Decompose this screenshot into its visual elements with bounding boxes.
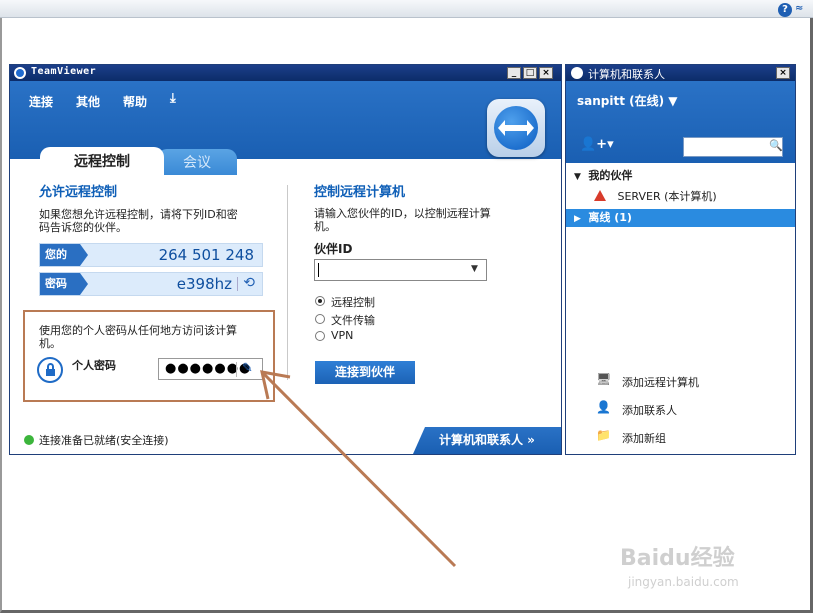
allow-desc-line1: 如果您想允许远程控制，请将下列ID和密 [39, 208, 238, 221]
radio-remote-control[interactable] [315, 296, 325, 306]
minimize-button[interactable]: _ [507, 67, 521, 79]
window-title: TeamViewer [31, 66, 97, 77]
search-icon: 🔍 [769, 139, 783, 152]
download-icon[interactable]: ⤓ [170, 91, 184, 107]
contact-server-label: SERVER (本计算机) [617, 190, 717, 203]
section-divider [287, 185, 288, 380]
tab-meeting[interactable]: 会议 [157, 149, 237, 175]
toolbar-extra-icon[interactable]: ≈ [795, 3, 807, 17]
allow-desc-line2: 码告诉您的伙伴。 [39, 221, 127, 234]
personal-desc-line2: 机。 [39, 337, 61, 350]
menu-other[interactable]: 其他 [76, 93, 100, 110]
group-my-partners[interactable]: ▼ 我的伙伴 [566, 167, 795, 185]
warning-icon [594, 190, 606, 201]
maximize-button[interactable]: □ [523, 67, 537, 79]
baidu-watermark-url: jingyan.baidu.com [628, 575, 739, 589]
add-contact-person-icon[interactable]: 👤 [596, 400, 614, 414]
menu-help[interactable]: 帮助 [123, 93, 147, 110]
teamviewer-logo-icon [14, 67, 26, 79]
option-remote-control-label: 远程控制 [331, 296, 375, 309]
add-computer-icon[interactable]: 🖥 [596, 372, 614, 386]
your-id-label: 您的ID [40, 244, 88, 283]
chevron-down-icon[interactable]: ▼ [471, 264, 478, 274]
group-offline-label: 离线 (1) [588, 211, 632, 224]
collapse-icon: ▶ [574, 214, 581, 224]
connect-to-partner-button[interactable]: 连接到伙伴 [315, 361, 415, 384]
add-remote-computer-link[interactable]: 添加远程计算机 [622, 374, 699, 390]
personal-password-value: ●●●●●●● [165, 361, 252, 376]
group-offline[interactable]: ▶ 离线 (1) [566, 209, 795, 227]
password-row: 密码 e398hz ⟲ [39, 272, 263, 296]
control-section-title: 控制远程计算机 [314, 185, 406, 200]
text-caret [318, 263, 319, 277]
personal-desc-line1: 使用您的个人密码从任何地方访问该计算 [39, 324, 237, 337]
option-vpn-label: VPN [331, 329, 354, 342]
field-separator [236, 362, 237, 377]
partner-id-label: 伙伴ID [314, 242, 353, 256]
lock-icon [37, 357, 63, 383]
pencil-icon[interactable]: ✎ [242, 361, 253, 376]
tab-remote-control[interactable]: 远程控制 [40, 147, 164, 175]
add-new-group-link[interactable]: 添加新组 [622, 430, 666, 446]
password-separator [237, 277, 238, 291]
partner-id-input[interactable]: ▼ [314, 259, 487, 281]
add-contact-icon[interactable]: 👤+▾ [580, 137, 614, 152]
option-file-transfer-label: 文件传输 [331, 314, 375, 327]
personal-password-label: 个人密码 [72, 359, 116, 372]
control-desc-line2: 机。 [314, 220, 336, 233]
menu-connect[interactable]: 连接 [29, 93, 53, 110]
group-my-partners-label: 我的伙伴 [588, 169, 633, 182]
contacts-title: 计算机和联系人 [588, 68, 665, 81]
add-contact-link[interactable]: 添加联系人 [622, 402, 677, 418]
your-id-row: 您的ID 264 501 248 [39, 243, 263, 283]
teamviewer-small-logo-icon [571, 67, 583, 79]
contact-server[interactable]: SERVER (本计算机) [566, 188, 795, 206]
your-id-value[interactable]: 264 501 248 [159, 246, 254, 264]
help-icon[interactable]: ? [778, 3, 792, 17]
contacts-close-button[interactable]: × [776, 67, 790, 79]
status-text: 连接准备已就绪(安全连接) [39, 434, 169, 447]
add-group-folder-icon[interactable]: 📁 [596, 428, 614, 442]
radio-vpn[interactable] [315, 331, 325, 341]
contacts-search-input[interactable]: 🔍 [683, 137, 783, 157]
password-value[interactable]: e398hz [177, 275, 232, 293]
status-dot-icon [24, 435, 34, 445]
expand-icon: ▼ [574, 172, 581, 182]
radio-file-transfer[interactable] [315, 314, 325, 324]
header-band: 连接 其他 帮助 ⤓ 会议 远程控制 [10, 81, 561, 175]
computers-contacts-button[interactable]: 计算机和联系人 » [413, 427, 561, 454]
personal-password-field[interactable]: ●●●●●●● ✎ [158, 358, 263, 380]
contacts-panel: 计算机和联系人 × sanpitt (在线) ▼ 👤+▾ 🔍 ▼ 我的伙伴 SE… [565, 64, 796, 455]
contacts-title-bar[interactable]: 计算机和联系人 × [566, 65, 795, 81]
allow-section-title: 允许远程控制 [39, 185, 118, 200]
teamviewer-big-logo-icon [487, 99, 545, 157]
refresh-icon[interactable]: ⟲ [243, 275, 255, 291]
teamviewer-window: TeamViewer _ □ × 连接 其他 帮助 ⤓ 会议 远程控制 允许远程… [9, 64, 562, 455]
password-label: 密码 [40, 273, 88, 295]
close-button[interactable]: × [539, 67, 553, 79]
title-bar[interactable]: TeamViewer _ □ × [10, 65, 561, 81]
control-desc-line1: 请输入您伙伴的ID，以控制远程计算 [314, 207, 491, 220]
contacts-header: sanpitt (在线) ▼ 👤+▾ 🔍 [566, 81, 795, 163]
user-status[interactable]: sanpitt (在线) ▼ [577, 92, 678, 109]
top-toolbar [0, 0, 813, 18]
baidu-watermark: Baidu经验 [620, 546, 735, 571]
